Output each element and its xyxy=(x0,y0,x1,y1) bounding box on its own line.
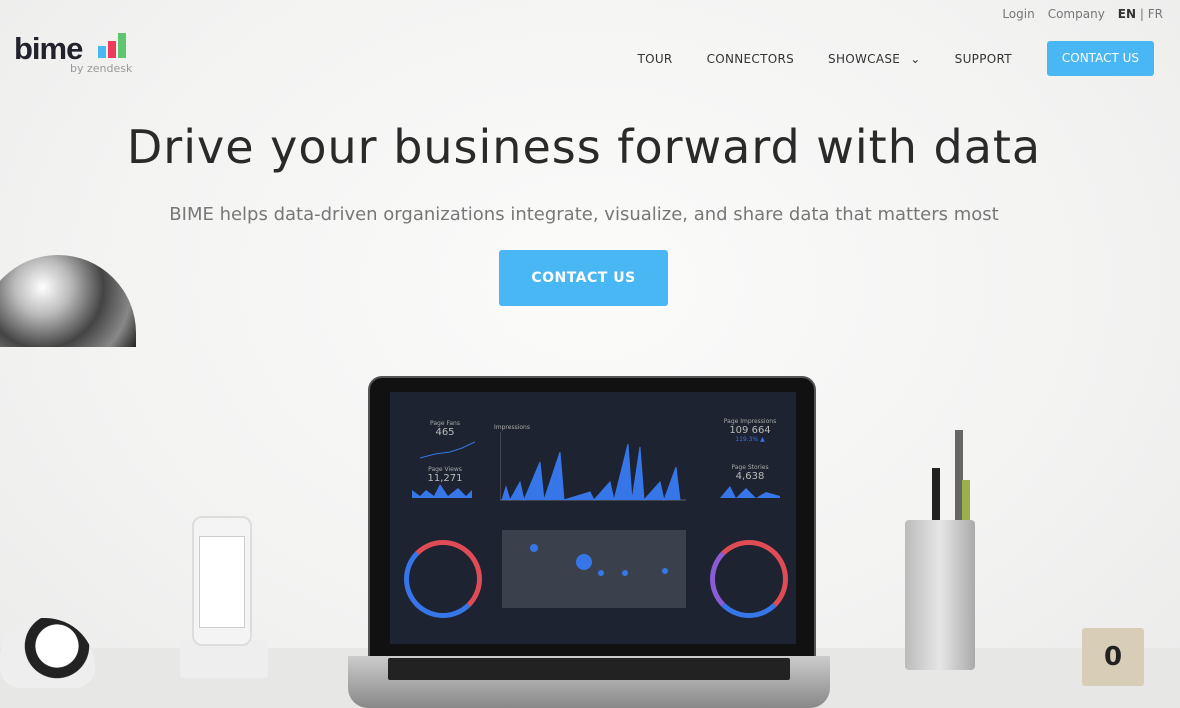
logo-bars-icon xyxy=(98,33,126,58)
lang-fr[interactable]: FR xyxy=(1148,7,1163,21)
nav-support[interactable]: SUPPORT xyxy=(955,52,1012,66)
nav-showcase-label: SHOWCASE xyxy=(828,51,901,66)
lang-en[interactable]: EN xyxy=(1118,7,1136,21)
page-fans-sparkline xyxy=(420,441,475,459)
nav-tour[interactable]: TOUR xyxy=(637,52,672,66)
top-links: Login Company EN | FR xyxy=(1002,7,1163,21)
calendar-cube: 0 xyxy=(1082,628,1144,686)
page-impressions-value: 109 664 xyxy=(729,425,771,436)
page-stories-area xyxy=(720,486,780,498)
logo-byline: by zendesk xyxy=(70,62,133,75)
nav-contact-button[interactable]: CONTACT US xyxy=(1046,41,1154,76)
impressions-chart-label: Impressions xyxy=(494,424,530,431)
phone-image xyxy=(192,516,252,646)
page-impressions-label: Page Impressions xyxy=(723,418,777,425)
dashboard-screenshot: Page Fans 465 Page Views 11,271 Impression… xyxy=(390,392,796,644)
donut-chart-right xyxy=(710,540,788,618)
page-views-label: Page Views xyxy=(428,466,462,473)
world-map xyxy=(502,530,686,608)
page-fans-label: Page Fans xyxy=(430,420,460,427)
company-link[interactable]: Company xyxy=(1048,7,1105,21)
main-nav: TOUR CONNECTORS SHOWCASE ⌄ SUPPORT CONTA… xyxy=(603,41,1154,76)
bime-logo[interactable]: bime by zendesk xyxy=(14,31,132,75)
nav-connectors[interactable]: CONNECTORS xyxy=(707,52,794,66)
laptop-keyboard xyxy=(388,658,790,680)
hero-contact-button[interactable]: CONTACT US xyxy=(499,250,668,306)
page-views-area xyxy=(412,484,472,498)
laptop-image: Page Fans 465 Page Views 11,271 Impression… xyxy=(368,376,816,660)
impressions-bar-chart xyxy=(500,432,686,502)
page-stories-value: 4,638 xyxy=(735,471,765,482)
logo-wordmark: bime xyxy=(14,31,83,66)
hero-title: Drive your business forward with data xyxy=(126,120,1042,174)
lang-separator: | xyxy=(1139,7,1144,21)
page-fans-value: 465 xyxy=(435,427,455,438)
page-views-value: 11,271 xyxy=(427,473,463,484)
page-impressions-change: 119.3% ▲ xyxy=(735,436,765,443)
hero-subtitle: BIME helps data-driven organizations int… xyxy=(169,204,999,225)
nav-showcase[interactable]: SHOWCASE ⌄ xyxy=(828,52,921,66)
login-link[interactable]: Login xyxy=(1002,7,1034,21)
donut-chart-left xyxy=(404,540,482,618)
chevron-down-icon: ⌄ xyxy=(910,51,921,66)
page-stories-label: Page Stories xyxy=(731,464,769,471)
pencil-holder xyxy=(905,520,975,670)
